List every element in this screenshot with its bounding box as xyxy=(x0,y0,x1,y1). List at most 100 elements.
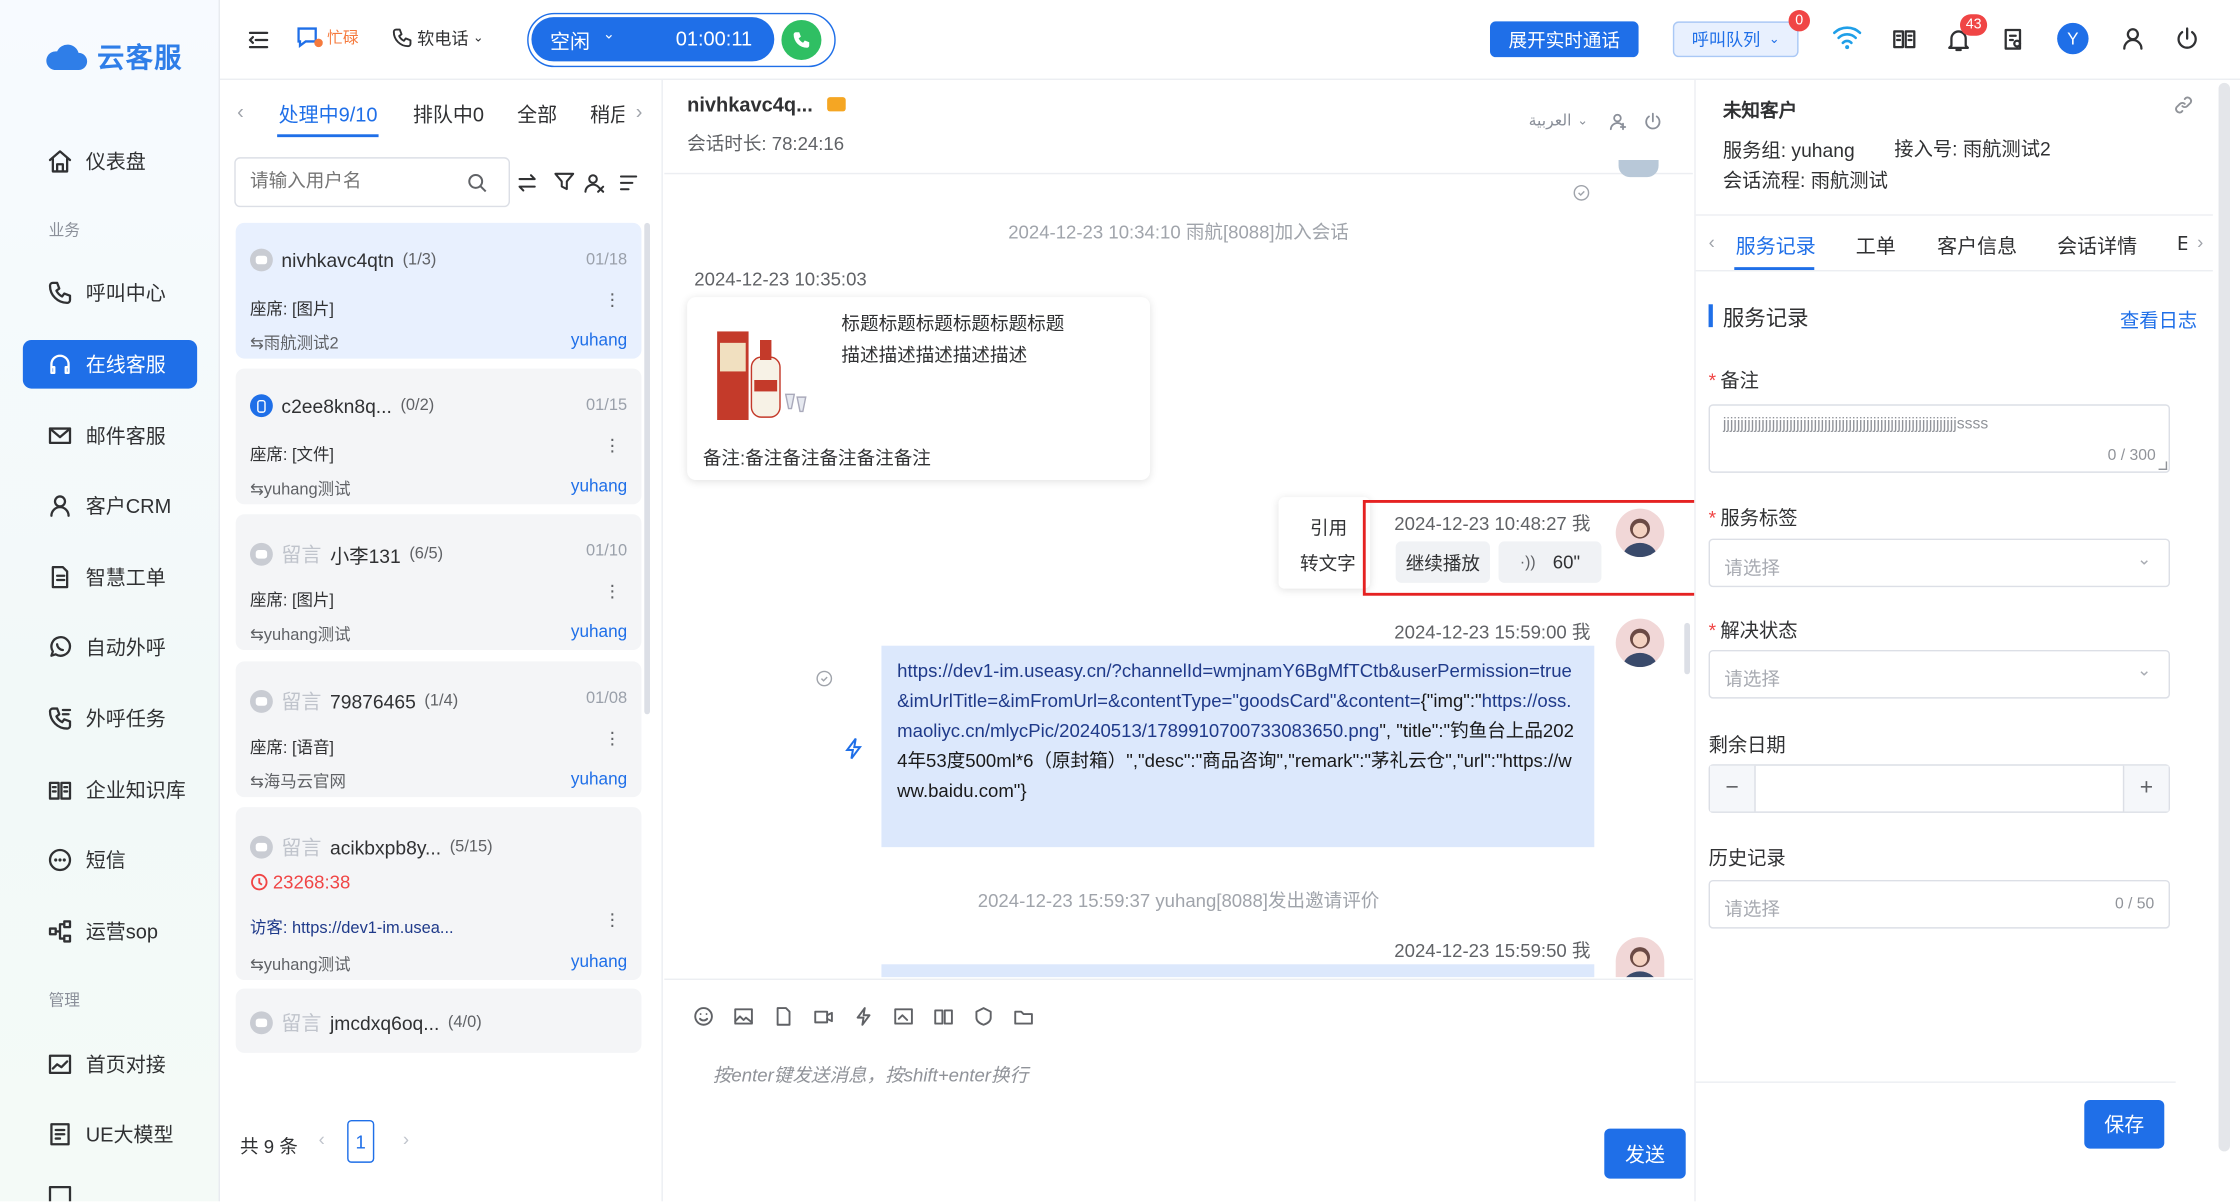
more-vertical-icon[interactable]: · · · xyxy=(609,283,616,314)
image-icon[interactable] xyxy=(733,1006,754,1027)
tab-session-detail[interactable]: 会话详情 xyxy=(2057,231,2137,260)
decrement-button[interactable]: − xyxy=(1709,765,1756,812)
softphone-dropdown[interactable]: 软电话 ⌄ xyxy=(391,26,484,50)
sidebar-item-call-center[interactable]: 呼叫中心 xyxy=(23,269,197,318)
continue-playback-button[interactable]: 继续播放 xyxy=(1395,541,1490,583)
tabs-prev-icon[interactable]: ‹ xyxy=(237,100,244,123)
filter-icon[interactable] xyxy=(553,170,576,193)
search-icon[interactable] xyxy=(467,173,487,193)
more-vertical-icon[interactable]: · · · xyxy=(609,903,616,934)
swap-icon[interactable] xyxy=(516,171,539,194)
more-vertical-icon[interactable]: · · · xyxy=(609,574,616,605)
page-prev-icon[interactable]: ‹ xyxy=(319,1129,325,1150)
evaluate-icon[interactable] xyxy=(973,1006,994,1027)
tab-ticket[interactable]: 工单 xyxy=(1856,231,1896,260)
resize-handle[interactable] xyxy=(2158,461,2168,470)
sort-icon[interactable] xyxy=(617,171,640,194)
view-log-link[interactable]: 查看日志 xyxy=(2120,304,2197,333)
sidebar-item-crm[interactable]: 客户CRM xyxy=(23,481,197,530)
tab-more[interactable]: E xyxy=(2177,231,2187,254)
panel-scrollbar[interactable] xyxy=(2218,82,2230,1152)
chat-scrollbar[interactable] xyxy=(1684,622,1690,675)
tab-all[interactable]: 全部 xyxy=(517,100,557,129)
link-message-bubble[interactable]: https://dev1-im.useasy.cn/?channelId=wmj… xyxy=(881,645,1595,848)
tabs-next-icon[interactable]: › xyxy=(636,100,643,123)
conversation-card[interactable]: 留言 acikbxpb8y... (5/15) 23268:38 访客: https… xyxy=(235,807,642,980)
menu-quote[interactable]: 引用 xyxy=(1310,513,1347,540)
increment-button[interactable]: + xyxy=(2122,765,2169,812)
message-count: (4/0) xyxy=(447,1014,482,1032)
emoji-icon[interactable] xyxy=(693,1006,714,1027)
folder-icon[interactable] xyxy=(1013,1006,1034,1027)
sidebar-item-online-service[interactable]: 在线客服 xyxy=(22,339,198,389)
end-session-icon[interactable] xyxy=(1643,111,1663,131)
answer-call-button[interactable] xyxy=(781,19,822,60)
sidebar-item-knowledge[interactable]: 企业知识库 xyxy=(23,766,197,815)
screenshot-icon[interactable] xyxy=(893,1006,914,1027)
note-textarea[interactable]: jjjjjjjjjjjjjjjjjjjjjjjjjjjjjjjjjjjjjjjj… xyxy=(1708,404,2170,473)
user-icon[interactable] xyxy=(2120,26,2146,52)
brand-logo[interactable]: 云客服 xyxy=(43,37,183,76)
book-icon[interactable] xyxy=(1891,26,1917,52)
conversation-card[interactable]: 留言 79876465 (1/4) 01/08 座席: [语音] · · · ⇆海马云官… xyxy=(235,661,642,798)
tab-service-record[interactable]: 服务记录 xyxy=(1736,231,1816,260)
conversation-card[interactable]: c2ee8kn8q... (0/2) 01/15 座席: [文件] · · · ⇆yu… xyxy=(235,368,642,505)
tab-queued[interactable]: 排队中0 xyxy=(413,100,484,129)
sidebar-item-more[interactable] xyxy=(47,1183,73,1202)
tab-processing[interactable]: 处理中9/10 xyxy=(279,100,378,129)
resolve-status-select[interactable]: 请选择 ⌄ xyxy=(1708,649,2170,699)
sidebar-item-auto-outbound[interactable]: 自动外呼 xyxy=(23,623,197,672)
menu-fold-icon[interactable] xyxy=(246,27,272,53)
sidebar-item-homepage[interactable]: 首页对接 xyxy=(23,1040,197,1089)
tab-customer-info[interactable]: 客户信息 xyxy=(1937,231,2017,260)
send-button[interactable]: 发送 xyxy=(1604,1128,1686,1179)
history-input[interactable]: 请选择 0 / 50 xyxy=(1708,879,2170,929)
list-scrollbar[interactable] xyxy=(644,222,650,715)
customer-panel: 未知客户 服务组: yuhang 接入号: 雨航测试2 会话流程: 雨航测试 ‹… xyxy=(1694,79,2240,1202)
agent-status[interactable]: 忙碌 xyxy=(294,24,359,50)
sidebar-item-sop[interactable]: 运营sop xyxy=(23,907,197,956)
tabs-prev-icon[interactable]: ‹ xyxy=(1709,231,1715,252)
call-state-dropdown[interactable]: 空闲 xyxy=(550,27,590,56)
quick-reply-icon[interactable] xyxy=(853,1006,874,1027)
clipboard-icon[interactable] xyxy=(2000,26,2026,52)
conversation-name: jmcdxq6oq... xyxy=(329,1012,440,1034)
translate-language-dropdown[interactable]: العربية ⌄ xyxy=(1529,111,1588,130)
link-icon[interactable] xyxy=(2173,94,2194,115)
message-input[interactable]: 按enter键发送消息，按shift+enter换行 xyxy=(713,1060,1028,1087)
file-icon[interactable] xyxy=(773,1006,794,1027)
menu-speech-to-text[interactable]: 转文字 xyxy=(1300,549,1356,576)
tabs-next-icon[interactable]: › xyxy=(2197,231,2203,252)
sidebar-item-email[interactable]: 邮件客服 xyxy=(23,411,197,460)
user-filter-icon[interactable] xyxy=(583,171,606,194)
sidebar-item-dashboard[interactable]: 仪表盘 xyxy=(23,137,197,186)
knowledge-icon[interactable] xyxy=(933,1006,954,1027)
page-next-icon[interactable]: › xyxy=(403,1129,409,1150)
product-card-message[interactable]: 标题标题标题标题标题标题 描述描述描述描述描述 备注:备注备注备注备注备注 xyxy=(687,297,1150,480)
transfer-user-icon[interactable] xyxy=(1609,111,1629,131)
page-number[interactable]: 1 xyxy=(347,1119,375,1163)
voice-message[interactable]: ·)) 60" xyxy=(1498,541,1602,583)
call-queue-dropdown[interactable]: 呼叫队列 ⌄ xyxy=(1672,21,1799,58)
remain-date-input[interactable] xyxy=(1756,766,2123,812)
save-button[interactable]: 保存 xyxy=(2084,1099,2165,1149)
sidebar-item-llm[interactable]: UE大模型 xyxy=(23,1110,197,1159)
sidebar-item-sms[interactable]: 短信 xyxy=(23,836,197,885)
more-vertical-icon[interactable]: · · · xyxy=(609,721,616,752)
power-icon[interactable] xyxy=(2174,26,2200,52)
user-avatar[interactable]: Y xyxy=(2057,22,2089,55)
translate-lightning-icon[interactable] xyxy=(844,737,864,760)
search-box[interactable] xyxy=(234,157,510,208)
conversation-card[interactable]: nivhkavc4qtn (1/3) 01/18 座席: [图片] · · · ⇆雨航… xyxy=(235,222,642,359)
sidebar-item-label: 客户CRM xyxy=(85,494,172,518)
tab-later[interactable]: 稍后 xyxy=(590,100,624,129)
more-vertical-icon[interactable]: · · · xyxy=(609,429,616,460)
video-icon[interactable] xyxy=(813,1006,834,1027)
realtime-call-button[interactable]: 展开实时通话 xyxy=(1489,21,1639,58)
sidebar-item-ticket[interactable]: 智慧工单 xyxy=(23,553,197,602)
conversation-card[interactable]: 留言 jmcdxq6oq... (4/0) xyxy=(235,988,642,1053)
conversation-card[interactable]: 留言 小李131 (6/5) 01/10 座席: [图片] · · · ⇆yuhang测… xyxy=(235,514,642,650)
search-input[interactable] xyxy=(249,169,465,192)
service-tag-select[interactable]: 请选择 ⌄ xyxy=(1708,538,2170,588)
sidebar-item-outbound-task[interactable]: 外呼任务 xyxy=(23,694,197,743)
